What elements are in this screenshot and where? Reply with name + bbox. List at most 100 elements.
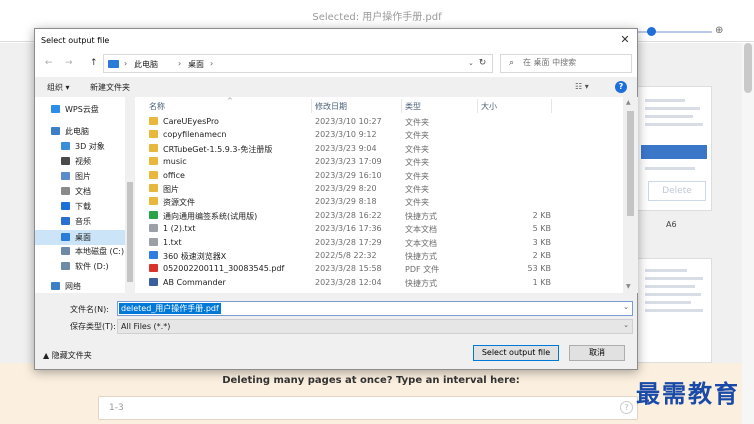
dialog-title: Select output file — [41, 36, 110, 45]
music-icon — [61, 217, 70, 225]
cloud-icon — [51, 105, 60, 113]
scroll-up-icon[interactable]: ▲ — [626, 99, 631, 106]
help-icon[interactable]: ? — [615, 81, 627, 93]
file-row[interactable]: office 2023/3/29 16:10 文件夹 — [139, 170, 623, 183]
file-row[interactable]: 052002200111_30083545.pdf 2023/3/28 15:58… — [139, 263, 623, 276]
delete-page-button[interactable]: Delete — [648, 181, 706, 201]
file-row[interactable]: 1.txt 2023/3/28 17:29 文本文档 3 KB — [139, 237, 623, 250]
pc-icon — [51, 127, 60, 135]
file-row[interactable]: music 2023/3/23 17:09 文件夹 — [139, 156, 623, 169]
sidebar-item[interactable]: 下载 — [35, 199, 125, 214]
breadcrumb-sep: › — [178, 59, 182, 68]
pc-icon — [108, 60, 119, 68]
sidebar-item[interactable]: 此电脑 — [35, 124, 125, 139]
file-row[interactable]: CareUEyesPro 2023/3/10 10:27 文件夹 — [139, 116, 623, 129]
file-row[interactable]: 360 极速浏览器X 2022/5/8 22:32 快捷方式 2 KB — [139, 250, 623, 263]
sidebar-item[interactable]: 网络 — [35, 279, 125, 293]
shortcut-icon — [149, 210, 158, 219]
forward-icon[interactable]: → — [65, 58, 73, 68]
up-icon[interactable]: ↑ — [90, 58, 98, 68]
file-row[interactable]: copyfilenamecn 2023/3/10 9:12 文件夹 — [139, 129, 623, 142]
file-name: AB Commander — [163, 277, 226, 287]
scroll-down-icon[interactable]: ▼ — [626, 283, 631, 290]
new-folder-button[interactable]: 新建文件夹 — [90, 82, 130, 93]
sidebar-item[interactable]: 音乐 — [35, 214, 125, 229]
sidebar-item[interactable]: WPS云盘 — [35, 102, 125, 117]
browser-icon — [149, 251, 158, 259]
filename-field[interactable]: deleted_用户操作手册.pdf ⌄ — [117, 301, 633, 316]
filetype-select[interactable]: All Files (*.*) ⌄ — [117, 319, 633, 334]
view-options-button[interactable]: ☷ ▾ — [575, 82, 589, 91]
text-file-icon — [149, 224, 158, 233]
cancel-button[interactable]: 取消 — [569, 345, 625, 361]
sidebar-item[interactable]: 本地磁盘 (C:) — [35, 244, 125, 259]
column-header-type[interactable]: 类型 — [405, 101, 421, 112]
sidebar-item[interactable]: 3D 对象 — [35, 139, 125, 154]
file-name: music — [163, 157, 187, 167]
sidebar-item-label: 本地磁盘 (C:) — [75, 247, 125, 256]
file-name: 图片 — [163, 185, 179, 194]
sort-ascending-icon: ^ — [227, 97, 233, 105]
file-row[interactable]: 图片 2023/3/29 8:20 文件夹 — [139, 183, 623, 196]
page-scrollbar[interactable] — [742, 43, 754, 424]
file-list-scrollbar[interactable]: ▲ ▼ — [623, 97, 638, 293]
breadcrumb-this-pc[interactable]: 此电脑 — [134, 59, 158, 70]
desktop-icon — [61, 233, 70, 241]
nav-scrollbar[interactable] — [125, 97, 135, 293]
breadcrumb-desktop[interactable]: 桌面 — [188, 59, 204, 70]
sidebar-item[interactable]: 文档 — [35, 184, 125, 199]
file-date: 2023/3/28 15:58 — [315, 264, 382, 274]
file-type: 文件夹 — [405, 171, 429, 181]
file-size: 5 KB — [532, 224, 551, 234]
file-size: 3 KB — [532, 237, 551, 247]
navigation-pane: WPS云盘此电脑 3D 对象 视频 图片 文档 下载音乐桌面本地磁盘 (C:) 软件 (D:… — [35, 97, 135, 293]
select-output-file-button[interactable]: Select output file — [473, 345, 559, 361]
file-row[interactable]: 1 (2).txt 2023/3/16 17:36 文本文档 5 KB — [139, 223, 623, 236]
file-name: 通向通用编签系统(试用版) — [163, 211, 258, 221]
address-bar[interactable]: › 此电脑 › 桌面 › ⌄ — [103, 54, 493, 73]
sidebar-item[interactable]: 软件 (D:) — [35, 259, 125, 274]
file-name: 360 极速浏览器X — [163, 252, 227, 261]
file-type: PDF 文件 — [405, 265, 440, 275]
sidebar-item[interactable]: 图片 — [35, 169, 125, 184]
file-type: 文件夹 — [405, 158, 429, 168]
file-list: 名称 ^ 修改日期 类型 大小 CareUEyesPro 2023/3/10 10… — [139, 97, 623, 293]
chevron-down-icon[interactable]: ⌄ — [623, 303, 629, 311]
refresh-icon[interactable]: ↻ — [473, 54, 493, 73]
file-row[interactable]: AB Commander 2023/3/28 12:04 快捷方式 1 KB — [139, 277, 623, 290]
sidebar-item-label: 音乐 — [75, 217, 91, 226]
zoom-slider-handle[interactable] — [647, 27, 656, 36]
help-icon[interactable]: ? — [620, 401, 633, 414]
search-input[interactable] — [523, 58, 628, 67]
file-name: CRTubeGet-1.5.9.3-免注册版 — [163, 144, 273, 154]
file-date: 2023/3/28 16:22 — [315, 210, 382, 220]
app-icon — [149, 277, 158, 286]
sidebar-item-label: 桌面 — [75, 233, 91, 242]
breadcrumb-sep: › — [124, 59, 128, 68]
search-box[interactable]: ⌕ — [500, 54, 632, 73]
file-date: 2023/3/10 10:27 — [315, 117, 382, 126]
page-thumbnail[interactable] — [636, 258, 712, 363]
back-icon[interactable]: ← — [45, 58, 53, 68]
hide-folders-toggle[interactable]: ▲ 隐藏文件夹 — [43, 350, 92, 361]
column-header-name[interactable]: 名称 — [149, 101, 165, 112]
close-icon[interactable]: ✕ — [617, 32, 633, 48]
file-date: 2023/3/28 12:04 — [315, 277, 382, 287]
file-date: 2023/3/23 17:09 — [315, 157, 382, 167]
column-header-size[interactable]: 大小 — [481, 101, 497, 112]
file-row[interactable]: CRTubeGet-1.5.9.3-免注册版 2023/3/23 9:04 文件夹 — [139, 143, 623, 156]
sidebar-item[interactable]: 桌面 — [35, 230, 125, 245]
file-row[interactable]: 资源文件 2023/3/29 8:18 文件夹 — [139, 196, 623, 209]
organize-button[interactable]: 组织 ▾ — [47, 82, 70, 93]
file-name: copyfilenamecn — [163, 130, 227, 140]
chevron-down-icon[interactable]: ⌄ — [623, 321, 629, 329]
sidebar-item-label: WPS云盘 — [65, 105, 99, 114]
file-browser: WPS云盘 此电脑 3D 对象 视频 图片 文档 下载 音乐 桌面 本地磁盘 (C:) 软件 (D:… — [35, 97, 638, 293]
zoom-in-icon[interactable]: ⊕ — [715, 25, 723, 36]
folder-icon — [149, 184, 158, 192]
column-header-date[interactable]: 修改日期 — [315, 101, 347, 112]
sidebar-item[interactable]: 视频 — [35, 154, 125, 169]
file-row[interactable]: 通向通用编签系统(试用版) 2023/3/28 16:22 快捷方式 2 KB — [139, 210, 623, 223]
search-icon: ⌕ — [509, 58, 515, 68]
interval-input[interactable]: 1-3 — [98, 396, 638, 420]
